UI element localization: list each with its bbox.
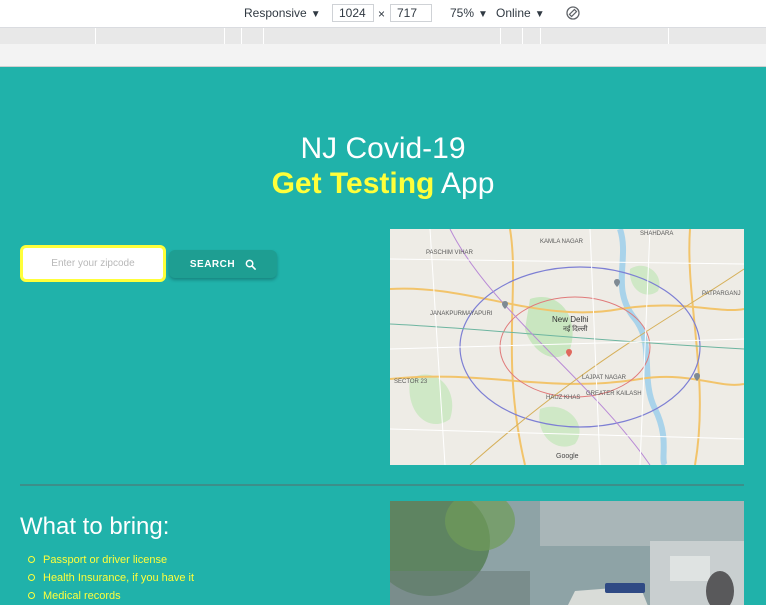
what-to-bring-heading: What to bring: — [20, 513, 170, 540]
map-label: JANAKPURI — [430, 311, 464, 317]
zoom-label: 75% — [450, 6, 475, 20]
title-line-2: Get Testing App — [0, 166, 766, 201]
map-label: LAJPAT NAGAR — [582, 375, 627, 381]
list-item: Health Insurance, if you have it — [28, 569, 194, 587]
map-label: MAYAPURI — [462, 311, 493, 317]
map-label: PASCHIM VIHAR — [426, 250, 473, 256]
map-label: SHAHDARA — [640, 231, 674, 237]
list-item: Medical records — [28, 587, 194, 605]
network-throttle-select[interactable]: Online ▼ — [496, 6, 545, 22]
map-label: New Delhi — [552, 315, 589, 324]
viewport-width-input[interactable]: 1024 — [332, 4, 374, 22]
ruler-tick — [522, 28, 523, 44]
rotate-icon[interactable] — [566, 6, 580, 20]
zipcode-input[interactable]: Enter your zipcode — [20, 245, 166, 282]
ruler-tick — [500, 28, 501, 44]
google-logo: Google — [556, 453, 579, 460]
map-pin-icon[interactable] — [502, 301, 508, 309]
network-label: Online — [496, 6, 531, 20]
devtools-device-toolbar: Responsive ▼ 1024 × 717 75% ▼ Online ▼ — [0, 0, 766, 28]
map-label: GREATER KAILASH — [586, 391, 642, 397]
section-divider — [20, 484, 744, 486]
ruler-tick — [668, 28, 669, 44]
times-icon: × — [378, 7, 386, 21]
map-label: HAUZ KHAS — [546, 395, 581, 401]
zoom-caret-icon: ▼ — [478, 9, 488, 20]
ruler-tick — [241, 28, 242, 44]
ruler-tick — [224, 28, 225, 44]
map-label: नई दिल्ली — [563, 326, 588, 333]
list-item: Passport or driver license — [28, 551, 194, 569]
map-pin-icon[interactable] — [614, 279, 620, 287]
network-caret-icon: ▼ — [534, 9, 545, 20]
title-highlight: Get Testing — [271, 167, 435, 200]
search-button[interactable]: SEARCH — [169, 250, 277, 278]
search-button-label: SEARCH — [189, 258, 236, 270]
ruler-tick — [95, 28, 96, 44]
ruler-tick — [263, 28, 264, 44]
title-suffix: App — [434, 167, 495, 200]
photo-illustration — [390, 501, 744, 605]
page-title: NJ Covid-19 Get Testing App — [0, 131, 766, 201]
device-label: Responsive — [244, 6, 307, 20]
ruler-tick — [540, 28, 541, 44]
title-line-1: NJ Covid-19 — [300, 132, 466, 165]
page-viewport: NJ Covid-19 Get Testing App Enter your z… — [0, 67, 766, 605]
ruler-gap — [0, 44, 766, 67]
what-to-bring-list: Passport or driver license Health Insura… — [28, 551, 194, 605]
map[interactable]: KAMLA NAGAR PASCHIM VIHAR JANAKPURI MAYA… — [390, 229, 744, 465]
search-icon — [245, 259, 257, 270]
map-label: KAMLA NAGAR — [540, 239, 584, 245]
media-query-ruler[interactable] — [0, 28, 766, 44]
map-pin-icon[interactable] — [694, 373, 700, 381]
zoom-select[interactable]: 75% ▼ — [450, 6, 488, 22]
device-select[interactable]: Responsive ▼ — [244, 6, 321, 22]
map-pin-icon[interactable] — [566, 349, 572, 357]
viewport-height-input[interactable]: 717 — [390, 4, 432, 22]
testing-office-photo — [390, 501, 744, 605]
zipcode-placeholder: Enter your zipcode — [51, 258, 135, 269]
map-roads — [390, 229, 744, 465]
map-label: SECTOR 23 — [394, 379, 428, 385]
map-label: PATPARGANJ — [702, 291, 741, 297]
device-caret-icon: ▼ — [310, 9, 321, 20]
